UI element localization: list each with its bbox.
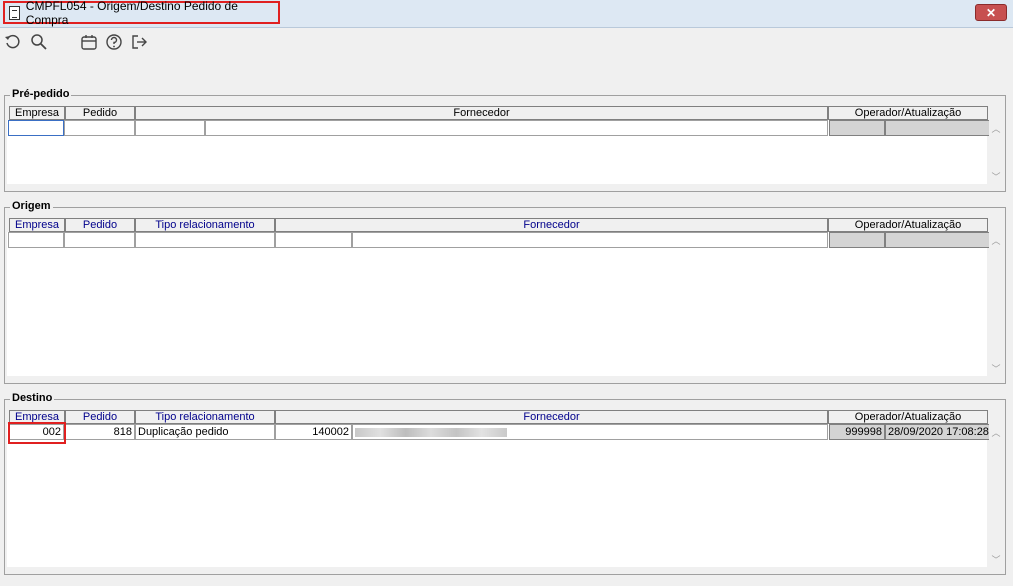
scroll-down-icon[interactable]: ﹀ xyxy=(991,364,1001,374)
cell-atualizacao xyxy=(885,120,990,136)
header-pedido: Pedido xyxy=(65,106,135,120)
cell-tipo-relacionamento[interactable]: Duplicação pedido xyxy=(135,424,275,440)
header-operador: Operador/Atualização xyxy=(828,218,988,232)
cell-empresa[interactable] xyxy=(8,232,64,248)
search-icon[interactable] xyxy=(30,33,48,51)
scroll-up-icon[interactable]: ︿ xyxy=(991,428,1001,438)
header-pedido: Pedido xyxy=(65,410,135,424)
origem-scrollbar[interactable]: ︿ ﹀ xyxy=(989,232,1003,376)
cell-atualizacao: 28/09/2020 17:08:28 xyxy=(885,424,990,440)
undo-icon[interactable] xyxy=(4,33,22,51)
cell-empresa[interactable] xyxy=(8,120,64,136)
document-icon xyxy=(9,5,20,20)
cell-fornecedor-nome[interactable] xyxy=(352,232,828,248)
toolbar xyxy=(0,28,1013,58)
empresa-value-highlight xyxy=(8,422,66,444)
cell-operador xyxy=(829,120,885,136)
cell-fornecedor-codigo[interactable]: 140002 xyxy=(275,424,352,440)
help-icon[interactable] xyxy=(105,33,123,51)
destino-scrollbar[interactable]: ︿ ﹀ xyxy=(989,424,1003,567)
header-operador: Operador/Atualização xyxy=(828,410,988,424)
cell-fornecedor-nome[interactable] xyxy=(205,120,828,136)
cell-atualizacao xyxy=(885,232,990,248)
window-title: CMPFL054 - Origem/Destino Pedido de Comp… xyxy=(25,0,238,27)
cell-fornecedor-codigo[interactable] xyxy=(135,120,205,136)
header-fornecedor: Fornecedor xyxy=(135,106,828,120)
cell-pedido[interactable]: 818 xyxy=(64,424,135,440)
cell-operador: 999998 xyxy=(829,424,885,440)
header-empresa: Empresa xyxy=(9,218,65,232)
header-fornecedor: Fornecedor xyxy=(275,410,828,424)
cell-fornecedor-codigo[interactable] xyxy=(275,232,352,248)
origem-grid[interactable] xyxy=(7,232,990,376)
origem-legend: Origem xyxy=(10,200,53,212)
exit-icon[interactable] xyxy=(130,33,148,51)
header-operador: Operador/Atualização xyxy=(828,106,988,120)
pre-pedido-grid[interactable] xyxy=(7,120,990,184)
header-empresa: Empresa xyxy=(9,106,65,120)
window-title-highlight: CMPFL054 - Origem/Destino Pedido de Comp… xyxy=(3,0,280,27)
cell-tipo-relacionamento[interactable] xyxy=(135,232,275,248)
header-fornecedor: Fornecedor xyxy=(275,218,828,232)
destino-frame: Destino Empresa Pedido Tipo relacionamen… xyxy=(4,392,1006,575)
header-tipo-relacionamento: Tipo relacionamento xyxy=(135,410,275,424)
origem-frame: Origem Empresa Pedido Tipo relacionament… xyxy=(4,200,1006,384)
pre-pedido-frame: Pré-pedido Empresa Pedido Fornecedor Ope… xyxy=(4,88,1006,192)
cell-pedido[interactable] xyxy=(64,232,135,248)
title-bar: CMPFL054 - Origem/Destino Pedido de Comp… xyxy=(0,0,1013,28)
destino-grid[interactable]: 002 818 Duplicação pedido 140002 999998 … xyxy=(7,424,990,567)
scroll-up-icon[interactable]: ︿ xyxy=(991,236,1001,246)
destino-legend: Destino xyxy=(10,392,55,404)
redacted-supplier-name xyxy=(355,427,507,437)
scroll-down-icon[interactable]: ﹀ xyxy=(991,555,1001,565)
header-pedido: Pedido xyxy=(65,218,135,232)
cell-pedido[interactable] xyxy=(64,120,135,136)
cell-fornecedor-nome[interactable] xyxy=(352,424,828,440)
cell-operador xyxy=(829,232,885,248)
header-tipo-relacionamento: Tipo relacionamento xyxy=(135,218,275,232)
close-button[interactable]: ✕ xyxy=(975,4,1007,21)
pre-pedido-scrollbar[interactable]: ︿ ﹀ xyxy=(989,120,1003,184)
scroll-up-icon[interactable]: ︿ xyxy=(991,124,1001,134)
calendar-icon[interactable] xyxy=(80,33,98,51)
pre-pedido-legend: Pré-pedido xyxy=(10,88,72,100)
scroll-down-icon[interactable]: ﹀ xyxy=(991,172,1001,182)
